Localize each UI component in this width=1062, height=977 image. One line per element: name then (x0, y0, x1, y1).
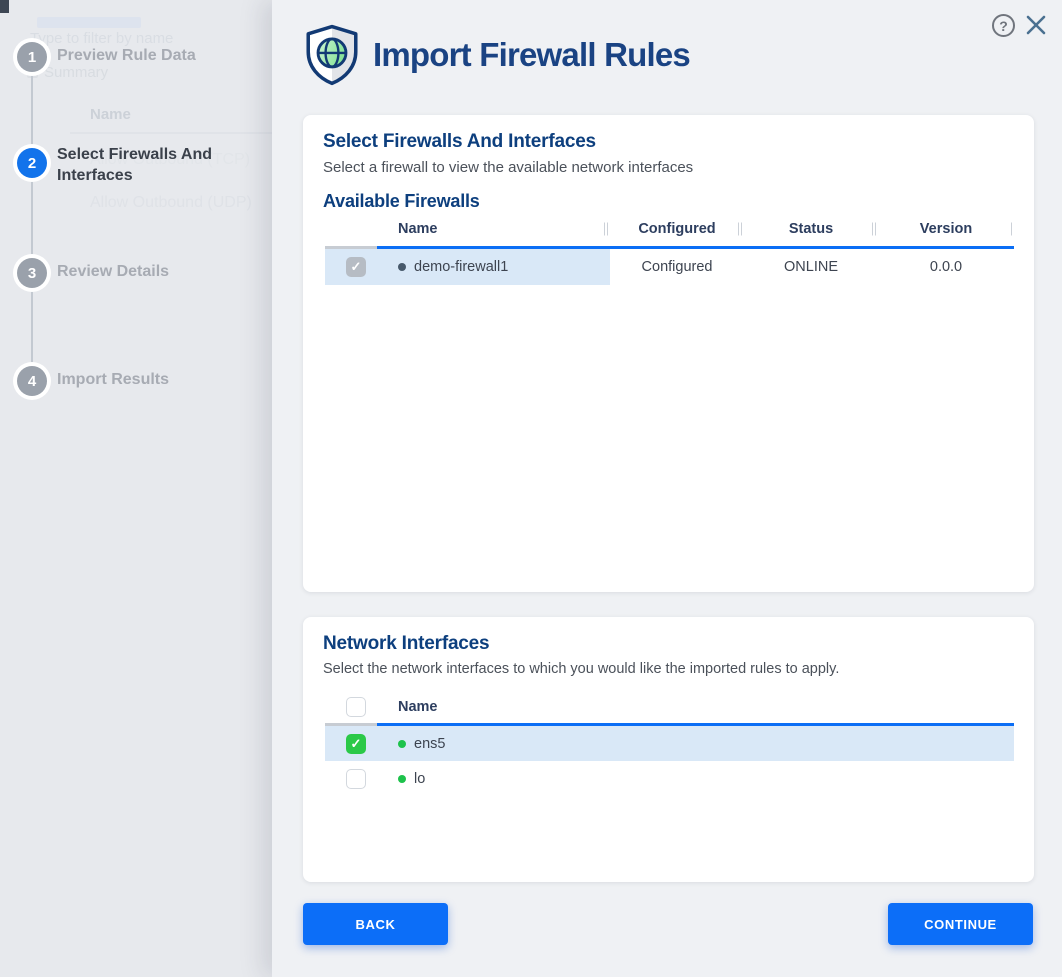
step-2-number: 2 (28, 155, 36, 172)
interfaces-card-subtitle: Select the network interfaces to which y… (323, 661, 1014, 677)
step-4-number: 4 (28, 373, 36, 390)
interface-name: ens5 (414, 736, 445, 752)
shield-globe-icon (303, 24, 361, 86)
background-rule-row: Allow Outbound (UDP) (90, 194, 252, 212)
interface-row-lo[interactable]: lo (325, 761, 1014, 796)
firewall-row-demo-firewall1[interactable]: demo-firewall1 Configured ONLINE 0.0.0 (325, 249, 1014, 285)
firewalls-card: Select Firewalls And Interfaces Select a… (303, 115, 1034, 592)
firewall-version: 0.0.0 (878, 259, 1014, 275)
interface-row-checkbox[interactable] (346, 769, 366, 789)
background-summary-label: Summary (44, 64, 108, 81)
wizard-title: Import Firewall Rules (373, 36, 690, 74)
firewall-status: ONLINE (744, 259, 878, 275)
interfaces-table: Name ens5 (325, 691, 1014, 796)
stepper-connector-line (31, 57, 33, 381)
interfaces-card-title: Network Interfaces (323, 633, 1014, 655)
interface-status-dot (398, 740, 406, 748)
firewalls-card-title: Select Firewalls And Interfaces (323, 131, 1014, 153)
background-table-header: Name (90, 106, 131, 123)
column-header-name[interactable]: Name (377, 699, 1014, 715)
column-header-version[interactable]: Version (878, 221, 1014, 237)
interface-name: lo (414, 771, 425, 787)
step-2-circle[interactable]: 2 (17, 148, 47, 178)
step-1-circle[interactable]: 1 (17, 42, 47, 72)
background-notch (0, 0, 9, 13)
column-header-name[interactable]: Name (377, 221, 610, 237)
step-4-circle[interactable]: 4 (17, 366, 47, 396)
import-wizard-panel: Import Firewall Rules ? Select Firewalls… (272, 0, 1062, 977)
background-divider (70, 132, 274, 134)
firewalls-card-subtitle: Select a firewall to view the available … (323, 159, 1014, 176)
interfaces-card: Network Interfaces Select the network in… (303, 617, 1034, 882)
background-filter-bar (37, 17, 141, 28)
firewalls-table-header: Name Configured Status Version (325, 212, 1014, 246)
interface-status-dot (398, 775, 406, 783)
step-1-label[interactable]: Preview Rule Data (57, 47, 196, 65)
close-icon[interactable] (1024, 13, 1048, 37)
column-header-status[interactable]: Status (744, 221, 878, 237)
back-button[interactable]: BACK (303, 903, 448, 945)
interfaces-table-header: Name (325, 691, 1014, 723)
select-all-checkbox[interactable] (346, 697, 366, 717)
step-3-circle[interactable]: 3 (17, 258, 47, 288)
firewall-configured: Configured (610, 259, 744, 275)
firewall-status-dot (398, 263, 406, 271)
column-resize-handle[interactable] (1011, 223, 1012, 236)
column-resize-handle[interactable] (738, 223, 742, 236)
help-icon[interactable]: ? (992, 14, 1015, 37)
step-4-label[interactable]: Import Results (57, 371, 169, 389)
step-2-label[interactable]: Select Firewalls And Interfaces (57, 144, 229, 186)
background-filter-placeholder: Type to filter by name (30, 30, 173, 47)
continue-button[interactable]: CONTINUE (888, 903, 1033, 945)
firewalls-table: Name Configured Status Version (325, 212, 1014, 285)
step-1-number: 1 (28, 49, 36, 66)
firewall-row-checkbox[interactable] (346, 257, 366, 277)
modal-header: Import Firewall Rules (303, 24, 690, 86)
step-3-label[interactable]: Review Details (57, 263, 169, 281)
interface-row-ens5[interactable]: ens5 (325, 726, 1014, 761)
column-header-configured[interactable]: Configured (610, 221, 744, 237)
column-resize-handle[interactable] (872, 223, 876, 236)
table-header-rule (325, 723, 1014, 726)
firewall-name: demo-firewall1 (414, 259, 508, 275)
step-3-number: 3 (28, 265, 36, 282)
interface-row-checkbox[interactable] (346, 734, 366, 754)
available-firewalls-title: Available Firewalls (323, 191, 1014, 212)
screen: Type to filter by name Summary Name Allo… (0, 0, 1062, 977)
column-resize-handle[interactable] (604, 223, 608, 236)
